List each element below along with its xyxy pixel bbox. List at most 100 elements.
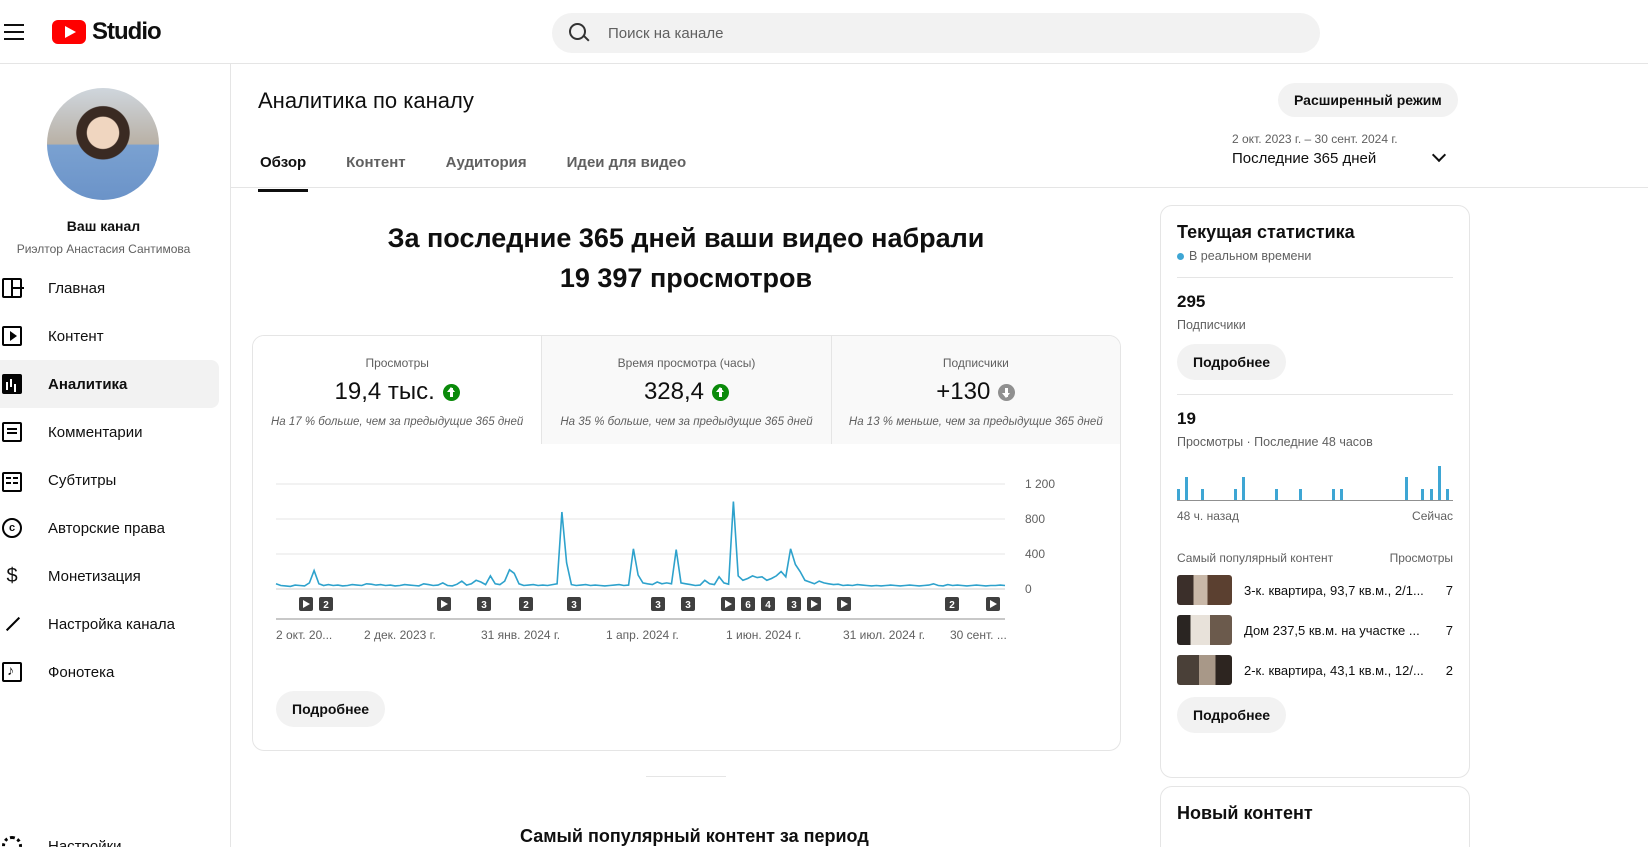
- popular-item-title: Дом 237,5 кв.м. на участке ...: [1244, 622, 1420, 638]
- realtime-bar: [1421, 488, 1425, 500]
- popular-item[interactable]: 2-к. квартира, 43,1 кв.м., 12/... 2: [1177, 655, 1453, 685]
- x-tick-label: 1 апр. 2024 г.: [606, 628, 679, 642]
- sidebar-item-label: Авторские права: [48, 519, 165, 537]
- realtime-bar: [1445, 488, 1449, 500]
- video-thumbnail: [1177, 575, 1232, 605]
- x-tick-label: 2 окт. 20...: [276, 628, 332, 642]
- tab-content[interactable]: Контент: [344, 142, 407, 192]
- x-tick-label: 2 дек. 2023 г.: [364, 628, 436, 642]
- sidebar: Ваш канал Риэлтор Анастасия Сантимова Гл…: [0, 64, 231, 847]
- date-range-picker[interactable]: 2 окт. 2023 г. – 30 сент. 2024 г. Послед…: [1232, 132, 1450, 167]
- tab-overview[interactable]: Обзор: [258, 142, 309, 192]
- sidebar-item-copyright[interactable]: c Авторские права: [0, 504, 219, 552]
- studio-logo[interactable]: Studio: [52, 18, 162, 46]
- advanced-mode-button[interactable]: Расширенный режим: [1278, 83, 1458, 117]
- video-group-marker[interactable]: 3: [567, 597, 581, 611]
- sidebar-item-label: Фонотека: [48, 663, 115, 681]
- video-marker[interactable]: [299, 597, 313, 611]
- sidebar-item-label: Комментарии: [48, 423, 143, 441]
- x-tick-label: 30 сент. ...: [950, 628, 1007, 642]
- metric-value: +130: [936, 378, 991, 405]
- metric-label: Просмотры: [365, 356, 429, 370]
- metric-watch-time[interactable]: Время просмотра (часы) 328,4 На 35 % бол…: [541, 336, 831, 444]
- popular-item-views: 7: [1445, 622, 1453, 638]
- realtime-bar-chart[interactable]: [1177, 465, 1453, 501]
- search-input[interactable]: [608, 24, 1208, 42]
- metric-subscribers[interactable]: Подписчики +130 На 13 % меньше, чем за п…: [830, 336, 1120, 444]
- realtime-bar: [1274, 488, 1278, 500]
- video-group-marker[interactable]: 2: [945, 597, 959, 611]
- divider: [1177, 394, 1453, 395]
- realtime-bar: [1437, 466, 1441, 500]
- svg-text:2: 2: [323, 600, 329, 611]
- realtime-title: Текущая статистика: [1177, 222, 1355, 242]
- metric-views[interactable]: Просмотры 19,4 тыс. На 17 % больше, чем …: [253, 336, 542, 444]
- sidebar-item-comments[interactable]: Комментарии: [0, 408, 219, 456]
- popular-item[interactable]: 3-к. квартира, 93,7 кв.м., 2/1... 7: [1177, 575, 1453, 605]
- svg-text:3: 3: [791, 600, 797, 611]
- arrow-up-icon: [442, 383, 460, 401]
- svg-text:3: 3: [481, 600, 487, 611]
- popular-item[interactable]: Дом 237,5 кв.м. на участке ... 7: [1177, 615, 1453, 645]
- realtime-bar: [1429, 488, 1433, 500]
- video-marker[interactable]: [837, 597, 851, 611]
- date-range-label: Последние 365 дней: [1232, 150, 1377, 167]
- sidebar-item-monetization[interactable]: $ Монетизация: [0, 552, 219, 600]
- svg-text:2: 2: [949, 600, 955, 611]
- arrow-up-icon: [712, 383, 730, 401]
- video-group-marker[interactable]: 4: [761, 597, 775, 611]
- menu-icon[interactable]: [0, 20, 28, 44]
- sidebar-item-label: Контент: [48, 327, 104, 345]
- logo-text: Studio: [92, 18, 162, 45]
- sidebar-item-analytics[interactable]: Аналитика: [0, 360, 219, 408]
- top-bar: Studio: [0, 0, 1648, 64]
- channel-avatar[interactable]: [47, 88, 159, 200]
- video-marker[interactable]: [437, 597, 451, 611]
- video-marker[interactable]: [721, 597, 735, 611]
- sidebar-item-settings[interactable]: Настройки: [0, 822, 219, 847]
- realtime-bar: [1234, 488, 1238, 500]
- customization-icon: [2, 614, 22, 634]
- video-group-marker[interactable]: 2: [319, 597, 333, 611]
- video-group-marker[interactable]: 3: [681, 597, 695, 611]
- metric-value: 19,4 тыс.: [334, 378, 435, 405]
- realtime-subs-more-button[interactable]: Подробнее: [1177, 344, 1287, 380]
- realtime-views-value: 19: [1177, 409, 1196, 428]
- sidebar-item-audio-library[interactable]: Фонотека: [0, 648, 219, 696]
- popular-head-left: Самый популярный контент: [1177, 551, 1334, 565]
- video-group-marker[interactable]: 3: [477, 597, 491, 611]
- sidebar-item-label: Субтитры: [48, 471, 117, 489]
- popular-more-button[interactable]: Подробнее: [1177, 697, 1287, 733]
- x-tick-label: 31 янв. 2024 г.: [481, 628, 560, 642]
- sidebar-nav: Главная Контент Аналитика Комментарии Су…: [0, 264, 219, 696]
- video-group-marker[interactable]: 3: [651, 597, 665, 611]
- realtime-bar: [1242, 477, 1246, 500]
- video-group-marker[interactable]: 6: [741, 597, 755, 611]
- metric-note: На 17 % больше, чем за предыдущие 365 дн…: [271, 416, 524, 428]
- x-tick-label: 1 июн. 2024 г.: [726, 628, 801, 642]
- svg-text:6: 6: [745, 600, 751, 611]
- video-group-marker[interactable]: 3: [787, 597, 801, 611]
- tab-video-ideas[interactable]: Идеи для видео: [565, 142, 688, 192]
- views-line-chart[interactable]: 1 200 800 400 0 2 3 2 3 3 3 6 4 3 2 2 окт. 20... 2 дек.…: [253, 444, 1121, 684]
- svg-text:2: 2: [523, 600, 529, 611]
- overview-more-button[interactable]: Подробнее: [276, 691, 386, 727]
- metric-value-wrap: +130: [936, 378, 1016, 406]
- sidebar-item-content[interactable]: Контент: [0, 312, 219, 360]
- sidebar-item-label: Настройки: [48, 837, 122, 847]
- sidebar-item-subtitles[interactable]: Субтитры: [0, 456, 219, 504]
- sidebar-item-customization[interactable]: Настройка канала: [0, 600, 219, 648]
- svg-text:3: 3: [655, 600, 661, 611]
- search-icon[interactable]: [568, 22, 590, 44]
- gear-icon: [2, 836, 22, 847]
- video-marker[interactable]: [807, 597, 821, 611]
- tab-audience[interactable]: Аудитория: [444, 142, 529, 192]
- popular-content-header: Самый популярный контент Просмотры: [1177, 551, 1453, 565]
- svg-text:3: 3: [685, 600, 691, 611]
- video-marker[interactable]: [986, 597, 1000, 611]
- copyright-icon: c: [2, 518, 22, 538]
- popular-item-title: 3-к. квартира, 93,7 кв.м., 2/1...: [1244, 582, 1424, 598]
- video-group-marker[interactable]: 2: [519, 597, 533, 611]
- sidebar-item-dashboard[interactable]: Главная: [0, 264, 219, 312]
- realtime-subs-label: Подписчики: [1177, 318, 1246, 332]
